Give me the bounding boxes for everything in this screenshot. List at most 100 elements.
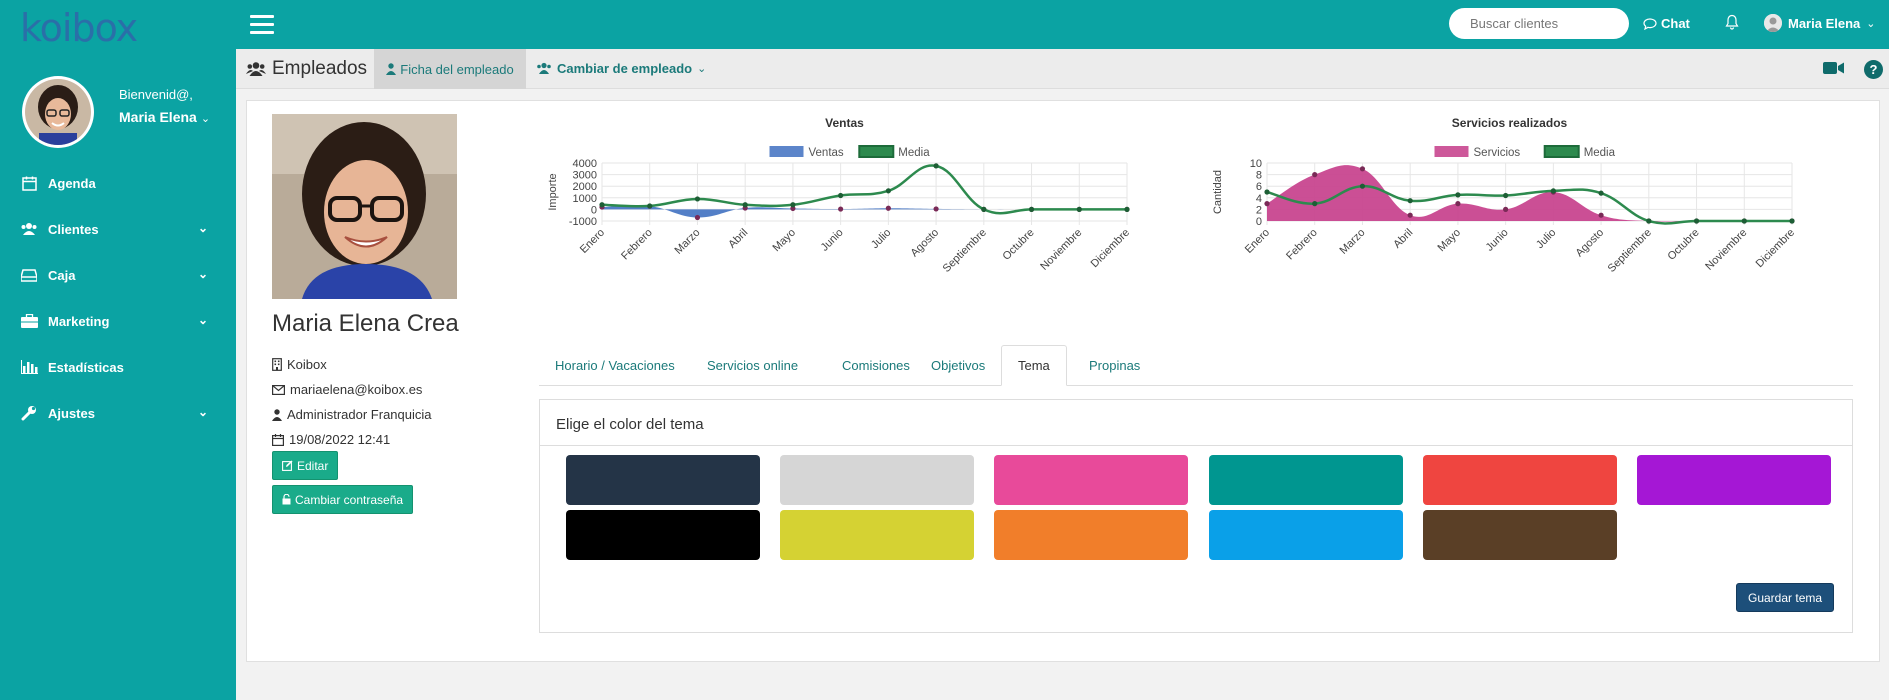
theme-color-swatch[interactable] (994, 510, 1188, 560)
sidebar-item-caja[interactable]: Caja ⌄ (0, 252, 236, 298)
tab-label: Ficha del empleado (400, 61, 514, 77)
theme-color-swatch[interactable] (994, 455, 1188, 505)
y-tick-label: 0 (1256, 216, 1262, 228)
theme-color-swatch[interactable] (780, 510, 974, 560)
chevron-down-icon: ⌄ (697, 63, 707, 75)
y-tick-label: 0 (591, 204, 597, 216)
x-tick-label: Enero (1243, 227, 1272, 256)
mini-avatar (1764, 14, 1782, 32)
sidebar-item-label: Ajustes (48, 405, 95, 421)
legend-label: Servicios (1474, 147, 1521, 159)
save-theme-button[interactable]: Guardar tema (1736, 583, 1835, 612)
employee-email: mariaelena@koibox.es (272, 382, 422, 397)
data-point (1598, 190, 1604, 196)
calendar-icon (20, 174, 38, 192)
legend-label: Ventas (809, 147, 844, 159)
theme-color-swatch[interactable] (1637, 455, 1831, 505)
x-tick-label: Febrero (619, 227, 655, 263)
search-clients-input[interactable] (1449, 8, 1629, 39)
data-point (1407, 198, 1413, 204)
tab-propinas[interactable]: Propinas (1073, 345, 1156, 386)
data-point (1503, 192, 1509, 199)
y-tick-label: 8 (1256, 170, 1262, 182)
video-camera-icon[interactable] (1823, 61, 1845, 80)
x-tick-label: Noviembre (1703, 227, 1749, 273)
tab-comisiones[interactable]: Comisiones (826, 345, 926, 386)
bar-chart-icon (20, 358, 38, 376)
x-tick-label: Diciembre (1089, 227, 1132, 270)
series-line (601, 164, 1127, 215)
x-tick-label: Julio (869, 227, 893, 251)
y-tick-label: 10 (1250, 158, 1262, 170)
legend-swatch (1434, 146, 1469, 157)
legend-label: Media (898, 147, 930, 159)
chevron-down-icon: ⌄ (197, 405, 208, 419)
sidebar-item-agenda[interactable]: Agenda (0, 160, 236, 206)
tab-tema[interactable]: Tema (1001, 345, 1067, 386)
x-tick-label: Abril (1391, 227, 1415, 251)
email-text: mariaelena@koibox.es (290, 382, 423, 397)
data-point (1028, 206, 1035, 212)
chat-button[interactable]: Chat (1643, 16, 1690, 31)
change-employee-dropdown[interactable]: Cambiar de empleado ⌄ (536, 61, 706, 76)
tab-servicios-online[interactable]: Servicios online (691, 345, 814, 386)
theme-color-swatch[interactable] (1423, 510, 1617, 560)
edit-button[interactable]: Editar (272, 451, 339, 480)
chevron-down-icon: ⌄ (1866, 17, 1876, 30)
change-password-label: Cambiar contraseña (295, 492, 404, 507)
x-tick-label: Agosto (1574, 227, 1607, 260)
tab-horario-vacaciones[interactable]: Horario / Vacaciones (539, 345, 691, 386)
y-tick-label: 1000 (573, 193, 597, 205)
x-tick-label: Abril (726, 227, 750, 251)
legend-swatch (1543, 145, 1580, 158)
sidebar-item-marketing[interactable]: Marketing ⌄ (0, 298, 236, 344)
chart-title: Ventas (825, 116, 864, 130)
sidebar-item-clientes[interactable]: Clientes ⌄ (0, 206, 236, 252)
x-tick-label: Septiembre (941, 227, 989, 275)
y-tick-label: -1000 (569, 216, 597, 228)
theme-color-swatch[interactable] (1209, 510, 1403, 560)
employee-date: 19/08/2022 12:41 (272, 432, 390, 447)
user-avatar[interactable] (22, 76, 94, 148)
data-point (1646, 218, 1652, 224)
theme-color-swatch[interactable] (566, 455, 760, 505)
x-tick-label: Octubre (1001, 227, 1037, 263)
employee-tabs: Horario / Vacaciones Servicios online Co… (539, 345, 1853, 386)
chat-label: Chat (1661, 16, 1690, 31)
user-icon (272, 408, 282, 421)
data-point (1455, 201, 1461, 207)
x-tick-label: Octubre (1666, 227, 1702, 263)
x-tick-label: Noviembre (1038, 227, 1084, 273)
theme-color-swatch[interactable] (1209, 455, 1403, 505)
tab-ficha-empleado[interactable]: Ficha del empleado (374, 49, 526, 89)
sidebar-item-ajustes[interactable]: Ajustes ⌄ (0, 390, 236, 436)
data-point (1124, 206, 1130, 212)
sidebar: koibox Bienvenid@, Maria Elena ⌄ Agenda C… (0, 0, 236, 700)
help-icon[interactable]: ? (1864, 60, 1883, 79)
user-menu-toggle[interactable]: Maria Elena ⌄ (119, 109, 210, 125)
chevron-down-icon: ⌄ (197, 267, 208, 281)
theme-color-swatch[interactable] (1423, 455, 1617, 505)
data-point (1312, 201, 1318, 207)
change-password-button[interactable]: Cambiar contraseña (272, 485, 414, 514)
y-tick-label: 2 (1256, 204, 1262, 216)
koibox-logo[interactable]: koibox (20, 6, 138, 50)
legend-label: Media (1584, 147, 1616, 159)
divider (540, 445, 1852, 446)
employee-panel: Maria Elena Crea Koibox mariaelena@koibo… (246, 100, 1880, 662)
theme-color-swatch[interactable] (566, 510, 760, 560)
data-point (1693, 218, 1700, 224)
x-tick-label: Agosto (909, 227, 942, 260)
change-employee-label: Cambiar de empleado (557, 61, 693, 76)
user-menu-top[interactable]: Maria Elena ⌄ (1764, 14, 1875, 32)
series-area (602, 205, 1127, 218)
sidebar-item-estadisticas[interactable]: Estadísticas (0, 344, 236, 390)
y-tick-label: 6 (1256, 181, 1262, 193)
notifications-bell-icon[interactable] (1725, 14, 1739, 35)
employee-company: Koibox (272, 357, 327, 372)
hamburger-menu-icon[interactable] (250, 15, 274, 35)
data-point (933, 206, 939, 212)
tab-objetivos[interactable]: Objetivos (915, 345, 1001, 386)
theme-color-swatch[interactable] (780, 455, 974, 505)
data-point (885, 188, 891, 194)
